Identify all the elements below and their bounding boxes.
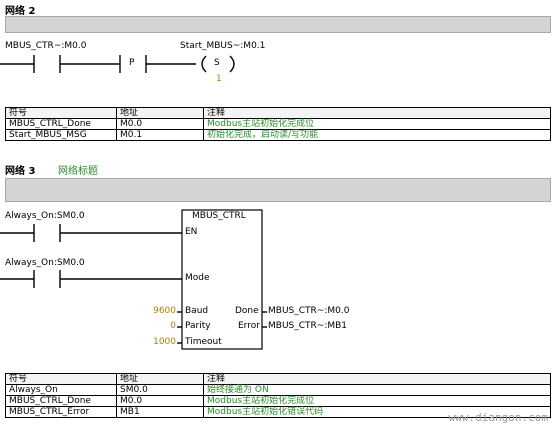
- baud-pin-label: Baud: [185, 306, 209, 316]
- timeout-pin-label: Timeout: [185, 337, 222, 347]
- header-symbol: 符号: [5, 107, 117, 119]
- network3-comment-bar[interactable]: [5, 178, 551, 202]
- set-coil-count: 1: [216, 74, 222, 84]
- error-output-label: MBUS_CTR~:MB1: [268, 321, 348, 331]
- symbol-cell: MBUS_CTRL_Done: [5, 118, 117, 130]
- address-cell: SM0.0: [116, 384, 204, 396]
- watermark: www.diangon.com: [448, 411, 548, 424]
- header-symbol: 符号: [5, 373, 117, 385]
- comment-cell: 初始化完成，启动读/写功能: [203, 129, 551, 141]
- symbol-cell: Always_On: [5, 384, 117, 396]
- network3-subtitle[interactable]: 网络标题: [58, 162, 98, 177]
- address-cell: MB1: [116, 406, 204, 418]
- en-contact-label: Always_On:SM0.0: [5, 211, 85, 221]
- table-row: MBUS_CTRL_Done M0.0 Modbus主站初始化完成位: [5, 118, 551, 130]
- header-address: 地址: [116, 373, 204, 385]
- table-row: MBUS_CTRL_Done M0.0 Modbus主站初始化完成位: [5, 395, 551, 407]
- table-header-row: 符号 地址 注释: [5, 373, 551, 385]
- done-pin-label: Done: [235, 306, 259, 316]
- address-cell: M0.0: [116, 118, 204, 130]
- header-comment: 注释: [203, 107, 551, 119]
- set-coil-label: Start_MBUS~:M0.1: [180, 41, 266, 51]
- parity-pin-label: Parity: [185, 321, 211, 331]
- baud-value: 9600: [153, 306, 176, 316]
- error-pin-label: Error: [238, 321, 260, 331]
- done-output-label: MBUS_CTR~:M0.0: [268, 306, 350, 316]
- symbol-cell: MBUS_CTRL_Error: [5, 406, 117, 418]
- set-coil-symbol: S: [214, 58, 220, 68]
- table-row: Start_MBUS_MSG M0.1 初始化完成，启动读/写功能: [5, 129, 551, 141]
- comment-cell: Modbus主站初始化完成位: [203, 118, 551, 130]
- mode-pin-label: Mode: [185, 273, 210, 283]
- header-comment: 注释: [203, 373, 551, 385]
- comment-cell: Modbus主站初始化完成位: [203, 395, 551, 407]
- mode-contact-label: Always_On:SM0.0: [5, 258, 85, 268]
- table-row: Always_On SM0.0 始终接通为 ON: [5, 384, 551, 396]
- table-header-row: 符号 地址 注释: [5, 107, 551, 119]
- mbus-ctrl-block-title: MBUS_CTRL: [192, 211, 246, 221]
- en-pin-label: EN: [185, 227, 198, 237]
- symbol-cell: Start_MBUS_MSG: [5, 129, 117, 141]
- network2-contact-label: MBUS_CTR~:M0.0: [5, 41, 87, 51]
- p-contact-label: P: [129, 58, 135, 68]
- address-cell: M0.1: [116, 129, 204, 141]
- timeout-value: 1000: [153, 337, 176, 347]
- parity-value: 0: [170, 321, 176, 331]
- symbol-cell: MBUS_CTRL_Done: [5, 395, 117, 407]
- address-cell: M0.0: [116, 395, 204, 407]
- network3-title[interactable]: 网络 3: [5, 162, 35, 177]
- header-address: 地址: [116, 107, 204, 119]
- comment-cell: 始终接通为 ON: [203, 384, 551, 396]
- network2-symbol-table: 符号 地址 注释 MBUS_CTRL_Done M0.0 Modbus主站初始化…: [5, 107, 551, 141]
